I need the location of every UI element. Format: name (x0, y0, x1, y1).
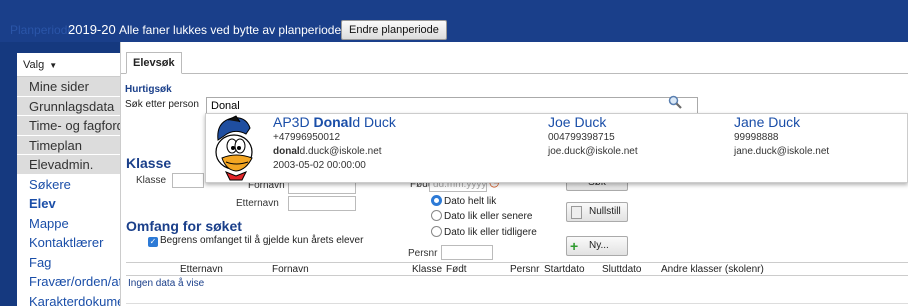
top-bar: Planperiode 2019-20 Alle faner lukkes ve… (0, 0, 908, 42)
empty-table-text: Ingen data å vise (128, 278, 205, 289)
radio-date-exact-label: Dato helt lik (444, 196, 497, 207)
result-email-suffix: d.duck@iskole.net (299, 146, 382, 157)
magnifier-icon[interactable] (668, 95, 682, 109)
result-name-suffix: d Duck (352, 114, 396, 130)
klasse-section-title: Klasse (126, 155, 172, 171)
result-name-prefix: AP3D (273, 114, 314, 130)
hurtigsok-title: Hurtigsøk (125, 84, 172, 95)
valg-label: Valg (23, 59, 45, 71)
persnr-label: Persnr (408, 248, 438, 259)
result-name: Joe Duck (548, 114, 607, 130)
sidebar-item-karakterdokumentasjon[interactable]: Karakterdokumentasjon (17, 292, 120, 306)
plan-period-label: Planperiode (10, 23, 75, 37)
etternavn-label: Etternavn (236, 198, 279, 209)
sidebar-item-elev[interactable]: Elev (17, 194, 120, 214)
persnr-input[interactable] (441, 245, 493, 260)
new-button[interactable]: + Ny... (566, 236, 628, 256)
sidebar: Valg ▼ Mine sider Grunnlagsdata Time- og… (0, 42, 120, 306)
column-header-fornavn[interactable]: Fornavn (272, 264, 309, 275)
sidebar-item-mine-sider[interactable]: Mine sider (17, 77, 120, 97)
radio-date-later-label: Dato lik eller senere (444, 211, 533, 222)
scope-checkbox[interactable]: ✓ Begrens omfanget til å gjelde kun årets… (148, 235, 363, 247)
etternavn-input[interactable] (288, 196, 356, 211)
tab-elevsok[interactable]: Elevsøk (126, 52, 182, 74)
sidebar-item-timeplan[interactable]: Timeplan (17, 135, 120, 155)
klasse-input[interactable] (172, 173, 204, 188)
results-table-header: Etternavn Fornavn Klasse Født Persnr Sta… (126, 262, 908, 276)
result-name-match: Donal (313, 114, 353, 130)
sidebar-item-grunnlagsdata[interactable]: Grunnlagsdata (17, 96, 120, 116)
result-email: jane.duck@iskole.net (734, 146, 830, 157)
sidebar-item-sokere[interactable]: Søkere (17, 175, 120, 195)
sidebar-item-mappe[interactable]: Mappe (17, 214, 120, 234)
radio-date-later[interactable]: Dato lik eller senere (431, 210, 532, 222)
reset-button[interactable]: Nullstill (566, 202, 628, 222)
result-item-joe-duck[interactable]: Joe Duck 004799398715 joe.duck@iskole.ne… (548, 114, 638, 159)
radio-date-earlier[interactable]: Dato lik eller tidligere (431, 226, 537, 238)
plan-period-year: 2019-20 (68, 22, 116, 37)
sidebar-item-elevadmin[interactable]: Elevadmin. (17, 155, 120, 175)
sidebar-item-fag[interactable]: Fag (17, 253, 120, 273)
radio-dot (431, 226, 442, 237)
sidebar-item-fravaer[interactable]: Fravær/orden/atferd (17, 272, 120, 292)
plus-icon: + (570, 238, 579, 254)
column-header-sluttdato[interactable]: Sluttdato (602, 264, 641, 275)
klasse-label: Klasse (136, 175, 167, 186)
reset-button-label: Nullstill (589, 206, 621, 217)
change-plan-period-button[interactable]: Endre planperiode (341, 20, 447, 40)
radio-date-exact[interactable]: Dato helt lik (431, 195, 496, 207)
column-header-klasse[interactable]: Klasse (412, 264, 442, 275)
result-item-jane-duck[interactable]: Jane Duck 99998888 jane.duck@iskole.net (734, 114, 829, 159)
radio-dot (431, 195, 442, 206)
scope-title: Omfang for søket (126, 218, 242, 234)
plan-period-note: Alle faner lukkes ved bytte av planperio… (119, 23, 342, 37)
sidebar-item-time-og-fagfordeling[interactable]: Time- og fagfordeling (17, 116, 120, 136)
document-icon (571, 206, 582, 219)
sidebar-menu: Mine sider Grunnlagsdata Time- og fagfor… (17, 77, 120, 306)
valg-dropdown[interactable]: Valg ▼ (17, 53, 120, 77)
result-name: Jane Duck (734, 114, 801, 130)
scope-checkbox-label: Begrens omfanget til å gjelde kun årets … (160, 235, 364, 246)
sidebar-panel: Valg ▼ Mine sider Grunnlagsdata Time- og… (17, 53, 120, 306)
result-email: donald.duck@iskole.net (273, 145, 396, 159)
result-email: joe.duck@iskole.net (548, 146, 638, 157)
result-phone: 004799398715 (548, 132, 615, 143)
sidebar-item-kontaktlaerer[interactable]: Kontaktlærer (17, 233, 120, 253)
checkmark-icon: ✓ (148, 237, 158, 247)
autocomplete-results: AP3D Donald Duck +47996950012 donald.duc… (205, 113, 908, 183)
result-phone: +47996950012 (273, 132, 341, 143)
radio-date-earlier-label: Dato lik eller tidligere (444, 227, 537, 238)
tab-bar: Elevsøk (121, 52, 908, 74)
column-header-andre-klasser[interactable]: Andre klasser (skolenr) (661, 264, 764, 275)
column-header-etternavn[interactable]: Etternavn (180, 264, 223, 275)
result-name: AP3D Donald Duck (273, 114, 396, 131)
results-table-body (126, 276, 908, 304)
result-email-match: donal (273, 146, 300, 157)
column-header-persnr[interactable]: Persnr (510, 264, 539, 275)
result-date: 2003-05-02 00:00:00 (273, 160, 366, 171)
new-button-label: Ny... (589, 240, 609, 251)
result-phone: 99998888 (734, 132, 779, 143)
chevron-down-icon: ▼ (49, 61, 58, 70)
column-header-fodt[interactable]: Født (446, 264, 467, 275)
search-person-input[interactable] (206, 97, 698, 114)
column-header-startdato[interactable]: Startdato (544, 264, 585, 275)
result-item-ap3d-donald-duck[interactable]: AP3D Donald Duck +47996950012 donald.duc… (273, 114, 396, 173)
radio-dot (431, 210, 442, 221)
search-person-label: Søk etter person (125, 99, 199, 110)
donald-duck-avatar (206, 114, 268, 182)
